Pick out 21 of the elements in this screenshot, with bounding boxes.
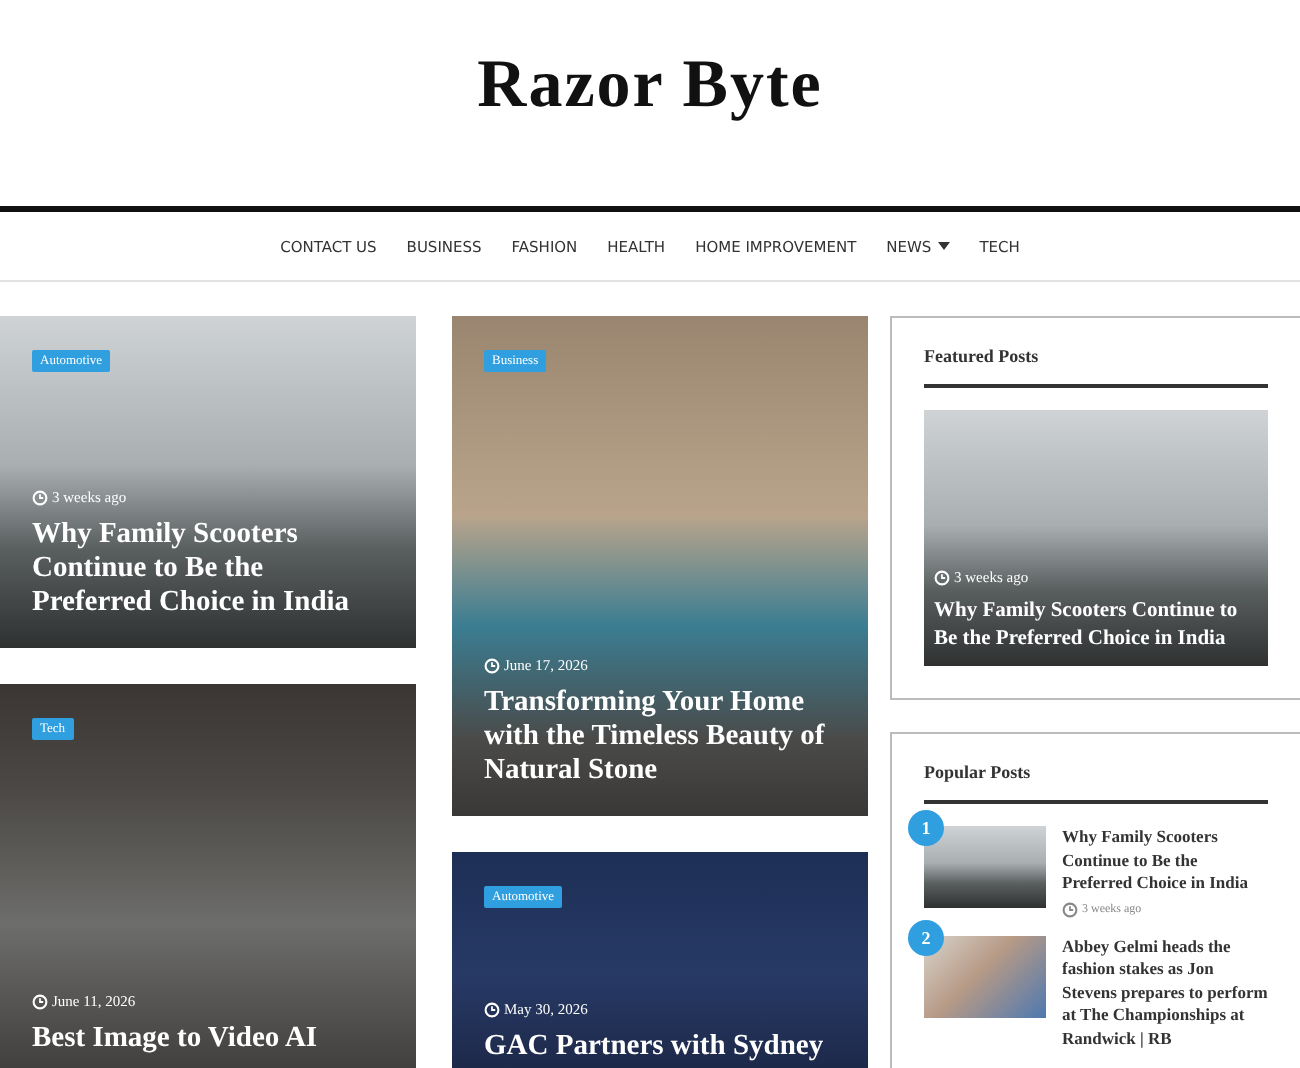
caret-icon [937, 242, 950, 250]
clock-icon [484, 1001, 500, 1017]
widget-title: Popular Posts [924, 762, 1033, 782]
post-link[interactable]: Why Family Scooters Continue to Be the Preferred Choice in India [1062, 826, 1268, 895]
thumbnail-photo[interactable] [924, 826, 1046, 908]
clock-icon [1062, 901, 1078, 917]
clock-icon [934, 569, 950, 585]
clock-icon [32, 489, 48, 505]
thumbnail-photo[interactable] [924, 935, 1046, 1017]
post-title[interactable]: Why Family Scooters Continue to Be the Preferred Choice in India [32, 518, 384, 620]
site-logo[interactable]: Razor Byte [477, 48, 823, 124]
rank-badge: 2 [908, 919, 944, 955]
rank-badge: 1 [908, 810, 944, 846]
post-title[interactable]: Transforming Your Home with the Timeless Beauty of Natural Stone [484, 686, 836, 788]
post-link[interactable]: Abbey Gelmi heads the fashion stakes as Jon Stevens prepares to perform at The Championships at Randwick | RB [1062, 935, 1268, 1050]
clock-icon [32, 993, 48, 1009]
post-title[interactable]: Why Family Scooters Continue to Be the Preferred Choice in India [934, 598, 1258, 654]
widget-title: Featured Posts [924, 346, 1041, 366]
post-title[interactable]: Best Image to Video AI [32, 1022, 384, 1056]
post-title[interactable]: GAC Partners with Sydney [484, 1030, 836, 1064]
clock-icon [484, 657, 500, 673]
